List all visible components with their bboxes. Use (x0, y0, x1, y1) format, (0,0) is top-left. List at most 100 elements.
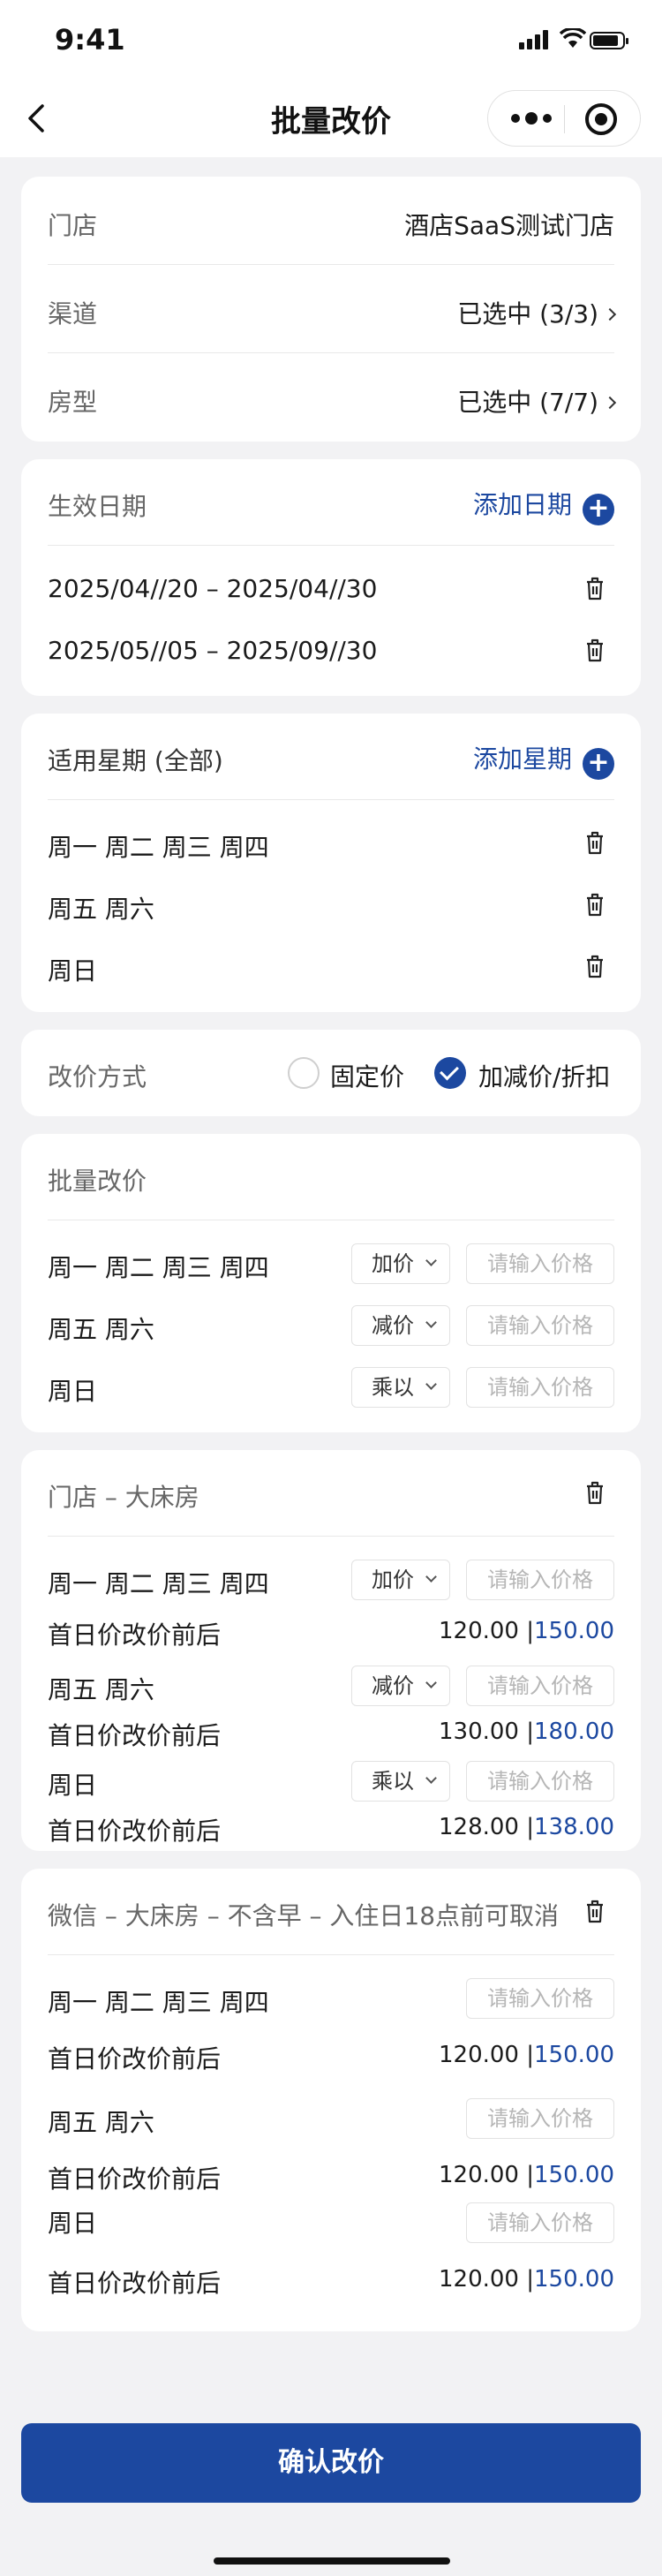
add-date-button[interactable]: 添加日期 + (473, 486, 614, 525)
price-before: 120.00 (439, 2042, 519, 2068)
price-after: 180.00 (534, 1719, 614, 1745)
operation-select[interactable]: 乘以 (351, 1761, 450, 1802)
status-bar: 9:41 (0, 0, 662, 79)
room-price-card: 门店 – 大床房 周一 周二 周三 周四 加价 请输入价格 首日价改价前后 12… (21, 1450, 641, 1851)
chevron-down-icon (425, 1255, 437, 1266)
nav-bar: 批量改价 (0, 79, 662, 157)
store-label: 门店 (48, 211, 98, 240)
channel-row-days: 周一 周二 周三 周四 (48, 1988, 269, 2017)
radio-adjust-price[interactable] (434, 1057, 466, 1089)
date-range: 2025/05//05 – 2025/09//30 (48, 636, 378, 665)
weekday-card: 适用星期 (全部) 添加星期 + 周一 周二 周三 周四 周五 周六 周日 (21, 714, 641, 1012)
channel-card-title: 微信 – 大床房 – 不含早 – 入住日18点前可取消 (48, 1901, 560, 1930)
chevron-down-icon (425, 1571, 437, 1583)
chevron-right-icon (603, 396, 617, 410)
radio-fixed-price[interactable] (288, 1057, 320, 1089)
chevron-down-icon (425, 1772, 437, 1784)
price-preview-label: 首日价改价前后 (48, 1817, 222, 1846)
channel-row-days: 周日 (48, 2209, 98, 2238)
trash-icon[interactable] (584, 1899, 606, 1923)
price-after: 138.00 (534, 1814, 614, 1840)
room-selector[interactable]: 已选中 (7/7) (457, 383, 617, 419)
room-card-title: 门店 – 大床房 (48, 1483, 199, 1512)
operation-value: 加价 (372, 1568, 414, 1592)
close-miniprogram-icon[interactable] (585, 103, 617, 135)
divider (48, 1536, 614, 1537)
chevron-down-icon (425, 1677, 437, 1688)
more-icon[interactable] (511, 91, 564, 146)
store-value: 酒店SaaS测试门店 (404, 211, 614, 240)
weekday-group: 周日 (48, 956, 98, 986)
price-before: 120.00 (439, 2266, 519, 2293)
price-before: 120.00 (439, 1618, 519, 1644)
price-preview-label: 首日价改价前后 (48, 1721, 222, 1750)
price-input[interactable]: 请输入价格 (466, 1305, 614, 1346)
price-after: 150.00 (534, 2042, 614, 2068)
price-preview: 120.00 |150.00 (439, 2162, 614, 2188)
operation-select[interactable]: 加价 (351, 1560, 450, 1600)
price-input[interactable]: 请输入价格 (466, 1666, 614, 1706)
room-value: 已选中 (7/7) (457, 388, 598, 417)
status-icons (493, 26, 634, 53)
price-preview: 120.00 |150.00 (439, 2042, 614, 2068)
operation-select[interactable]: 乘以 (351, 1367, 450, 1408)
price-after: 150.00 (534, 2162, 614, 2188)
channel-value: 已选中 (3/3) (457, 299, 598, 329)
method-card: 改价方式 固定价 加减价/折扣 (21, 1030, 641, 1116)
trash-icon[interactable] (584, 638, 606, 662)
plus-icon: + (583, 494, 614, 525)
price-preview-label: 首日价改价前后 (48, 2044, 222, 2074)
price-after: 150.00 (534, 2266, 614, 2293)
price-input[interactable]: 请输入价格 (466, 1367, 614, 1408)
price-input[interactable]: 请输入价格 (466, 1978, 614, 2019)
weekday-group: 周一 周二 周三 周四 (48, 833, 269, 862)
room-row-days: 周日 (48, 1771, 98, 1800)
price-input[interactable]: 请输入价格 (466, 2202, 614, 2243)
store-card: 门店 酒店SaaS测试门店 渠道 已选中 (3/3) 房型 已选中 (7/7) (21, 177, 641, 442)
batch-row-days: 周五 周六 (48, 1315, 154, 1344)
trash-icon[interactable] (584, 892, 606, 917)
operation-select[interactable]: 减价 (351, 1305, 450, 1346)
batch-title: 批量改价 (48, 1167, 147, 1196)
operation-select[interactable]: 加价 (351, 1243, 450, 1284)
batch-row-days: 周日 (48, 1377, 98, 1406)
trash-icon[interactable] (584, 830, 606, 855)
option-adjust-label[interactable]: 加减价/折扣 (478, 1058, 610, 1093)
price-input[interactable]: 请输入价格 (466, 1243, 614, 1284)
price-preview: 130.00 |180.00 (439, 1719, 614, 1745)
price-preview-label: 首日价改价前后 (48, 2269, 222, 2298)
price-preview-label: 首日价改价前后 (48, 1620, 222, 1650)
divider (48, 352, 614, 353)
price-preview: 120.00 |150.00 (439, 1618, 614, 1644)
channel-selector[interactable]: 已选中 (3/3) (457, 295, 617, 330)
status-time: 9:41 (55, 23, 125, 57)
room-row-days: 周五 周六 (48, 1675, 154, 1704)
chevron-right-icon (603, 307, 617, 321)
room-row-days: 周一 周二 周三 周四 (48, 1569, 269, 1598)
date-range: 2025/04//20 – 2025/04//30 (48, 574, 378, 603)
trash-icon[interactable] (584, 1480, 606, 1505)
trash-icon[interactable] (584, 954, 606, 978)
add-weekday-button[interactable]: 添加星期 + (473, 740, 614, 780)
divider (48, 1954, 614, 1955)
confirm-button[interactable]: 确认改价 (21, 2423, 641, 2503)
price-input[interactable]: 请输入价格 (466, 1560, 614, 1600)
operation-value: 加价 (372, 1251, 414, 1276)
divider (48, 799, 614, 800)
operation-value: 乘以 (372, 1375, 414, 1400)
price-before: 130.00 (439, 1719, 519, 1745)
plus-icon: + (583, 748, 614, 780)
operation-select[interactable]: 减价 (351, 1666, 450, 1706)
price-preview: 128.00 |138.00 (439, 1814, 614, 1840)
price-input[interactable]: 请输入价格 (466, 1761, 614, 1802)
option-fixed-label[interactable]: 固定价 (330, 1058, 404, 1093)
trash-icon[interactable] (584, 576, 606, 601)
price-input[interactable]: 请输入价格 (466, 2098, 614, 2139)
chevron-down-icon (425, 1379, 437, 1390)
date-card: 生效日期 添加日期 + 2025/04//20 – 2025/04//30 202… (21, 459, 641, 696)
price-preview: 120.00 |150.00 (439, 2266, 614, 2293)
operation-value: 减价 (372, 1673, 414, 1698)
date-title: 生效日期 (48, 492, 147, 521)
price-before: 120.00 (439, 2162, 519, 2188)
batch-card: 批量改价 周一 周二 周三 周四 加价 请输入价格 周五 周六 减价 请输入价格… (21, 1134, 641, 1432)
